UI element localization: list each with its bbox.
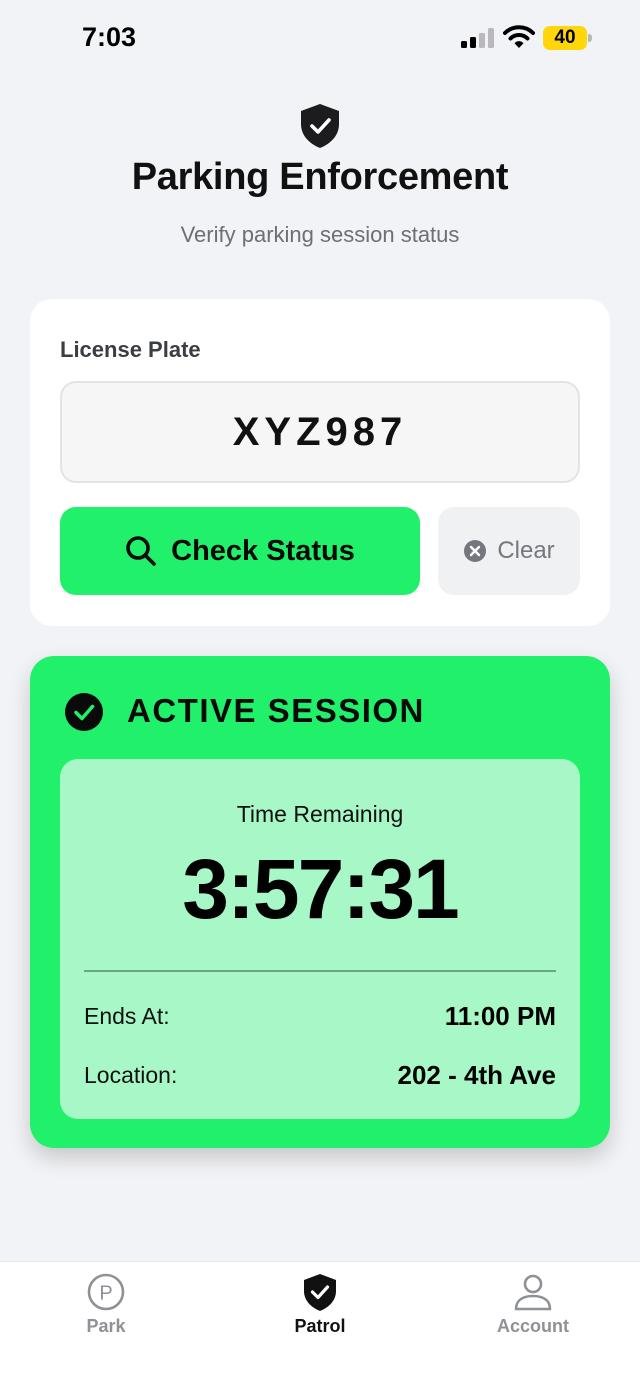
check-status-label: Check Status: [171, 534, 355, 567]
tab-park[interactable]: P Park: [26, 1272, 186, 1342]
session-details: Time Remaining 3:57:31 Ends At: 11:00 PM…: [60, 759, 580, 1119]
shield-check-icon: [301, 104, 339, 148]
time-remaining-label: Time Remaining: [236, 801, 404, 827]
location-value: 202 - 4th Ave: [397, 1060, 556, 1090]
battery-level: 40: [543, 26, 587, 50]
ends-at-label: Ends At:: [84, 1003, 170, 1029]
battery-tip: [588, 34, 592, 42]
shield-check-icon: [304, 1274, 336, 1311]
check-circle-icon: [65, 693, 103, 731]
wifi-icon: [503, 25, 535, 48]
divider: [84, 970, 556, 972]
tab-account-label: Account: [497, 1316, 569, 1336]
tab-patrol-label: Patrol: [294, 1316, 346, 1336]
tab-account[interactable]: Account: [453, 1272, 613, 1342]
session-status-card: ACTIVE SESSION Time Remaining 3:57:31 En…: [30, 656, 610, 1148]
search-icon: [126, 536, 156, 566]
location-label: Location:: [84, 1062, 178, 1088]
session-status-title: ACTIVE SESSION: [127, 692, 425, 729]
page-subtitle: Verify parking session status: [180, 222, 460, 247]
clear-label: Clear: [497, 537, 555, 564]
status-time: 7:03: [82, 22, 137, 52]
bottom-tab-bar: P Park Patrol Account: [0, 1261, 640, 1385]
tab-park-label: Park: [86, 1316, 126, 1336]
license-plate-label: License Plate: [60, 337, 201, 362]
clear-button[interactable]: Clear: [438, 507, 580, 595]
page-title: Parking Enforcement: [131, 156, 509, 198]
license-plate-input[interactable]: [60, 381, 580, 483]
plate-lookup-card: License Plate Check Status Clear: [30, 299, 610, 626]
tab-patrol[interactable]: Patrol: [240, 1272, 400, 1342]
check-status-button[interactable]: Check Status: [60, 507, 420, 595]
battery-indicator: 40: [543, 26, 593, 50]
clear-circle-icon: [464, 540, 487, 562]
ends-at-value: 11:00 PM: [444, 1001, 556, 1031]
svg-text:P: P: [99, 1283, 112, 1305]
status-bar: 7:03 40: [0, 0, 640, 80]
person-icon: [514, 1274, 552, 1311]
cellular-signal-icon: [461, 28, 494, 48]
time-remaining-value: 3:57:31: [182, 842, 460, 936]
parking-icon: P: [87, 1273, 125, 1311]
